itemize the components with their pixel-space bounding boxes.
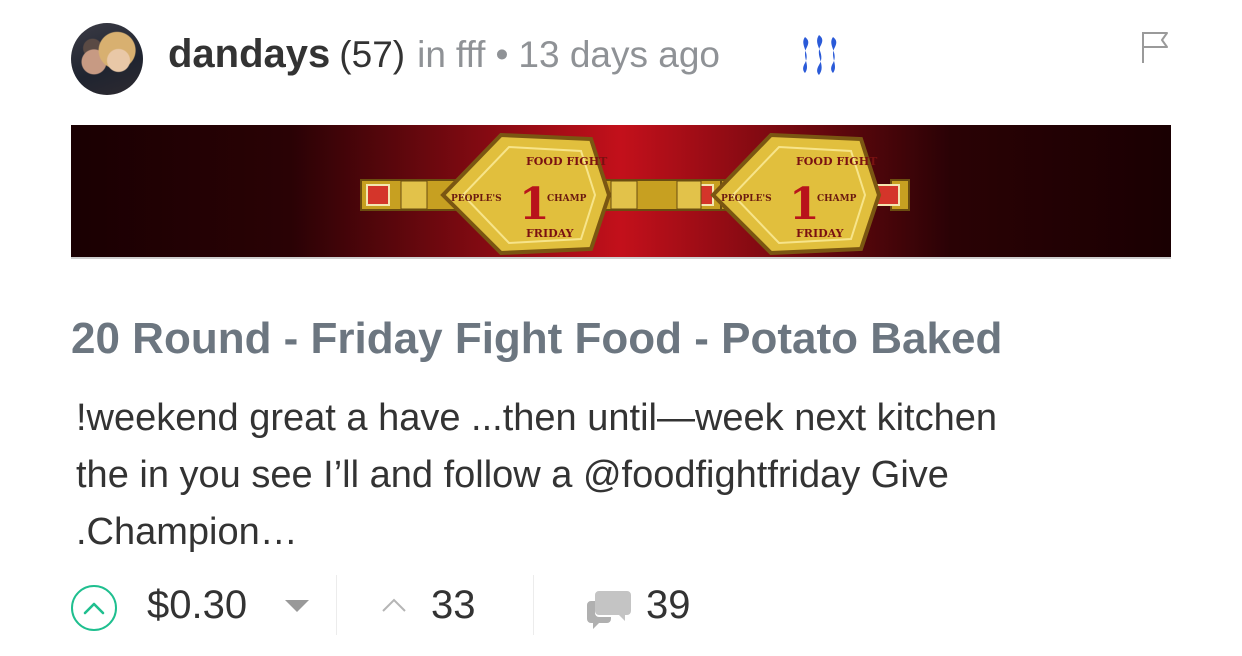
comment-icon[interactable] <box>585 587 633 631</box>
author-reputation: (57) <box>339 34 406 75</box>
comment-count[interactable]: 39 <box>646 583 691 628</box>
excerpt-line: the in you see I’ll and follow a @foodfi… <box>76 454 949 496</box>
belt-right: FOOD FIGHT PEOPLE'S CHAMP 1 FRIDAY <box>676 132 910 256</box>
post-time[interactable]: 13 days ago <box>518 34 720 76</box>
belt-top-text: FOOD FIGHT <box>796 155 878 168</box>
caret-down-icon[interactable] <box>285 600 309 612</box>
excerpt-line: .Champion… <box>76 511 298 553</box>
belt-bottom-text: FRIDAY <box>796 227 844 240</box>
belt-bottom-text: FRIDAY <box>526 227 574 240</box>
belt-left: FOOD FIGHT PEOPLE'S CHAMP 1 FRIDAY <box>360 132 722 256</box>
belt-right-text: CHAMP <box>817 194 857 204</box>
belt-top-text: FOOD FIGHT <box>526 155 608 168</box>
steem-logo-icon <box>803 35 837 75</box>
post-excerpt[interactable]: !weekend great a have ...then until—week… <box>76 390 1156 561</box>
divider <box>336 575 337 635</box>
community-link[interactable]: fff <box>456 34 486 76</box>
vote-count[interactable]: 33 <box>431 583 476 628</box>
meta-separator: • <box>495 34 509 75</box>
votes-up-icon <box>382 598 406 612</box>
belt-number: 1 <box>519 179 550 230</box>
excerpt-line: !weekend great a have ...then until—week… <box>76 397 997 439</box>
post-header: dandays (57) in fff • 13 days ago <box>168 32 720 80</box>
post-title[interactable]: 20 Round - Friday Fight Food - Potato Ba… <box>71 314 1002 364</box>
post-footer: $0.30 33 39 <box>71 575 1191 639</box>
payout-value[interactable]: $0.30 <box>147 583 247 628</box>
post-banner-image[interactable]: FOOD FIGHT PEOPLE'S CHAMP 1 FRIDAY FOOD … <box>71 125 1171 259</box>
upvote-button[interactable] <box>71 585 117 631</box>
upvote-icon <box>83 602 105 615</box>
avatar[interactable] <box>71 23 143 95</box>
belt-left-text: PEOPLE'S <box>451 194 502 204</box>
divider <box>533 575 534 635</box>
in-label: in <box>417 34 446 75</box>
author-name[interactable]: dandays <box>168 32 330 77</box>
flag-icon[interactable] <box>1140 30 1170 64</box>
belt-right-text: CHAMP <box>547 194 587 204</box>
belt-number: 1 <box>789 179 820 230</box>
belt-left-text: PEOPLE'S <box>721 194 772 204</box>
